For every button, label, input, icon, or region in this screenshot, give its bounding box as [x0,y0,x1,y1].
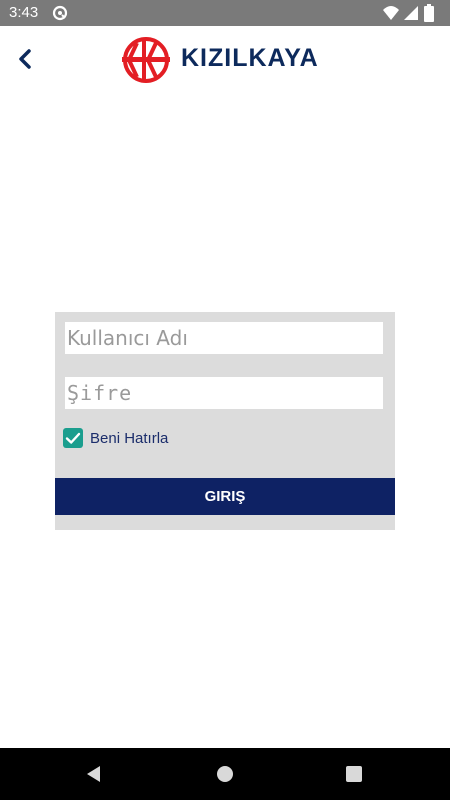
back-button[interactable] [10,44,40,74]
username-input[interactable] [65,322,383,354]
status-time: 3:43 [9,4,39,21]
battery-icon [424,4,434,22]
nav-back-icon[interactable] [84,764,104,784]
remember-me-label: Beni Hatırla [90,430,169,447]
status-bar: 3:43 [0,0,450,26]
wifi-icon [383,6,399,20]
checkmark-icon [65,432,81,444]
cellular-signal-icon [404,6,418,20]
kizilkaya-logo-icon [122,37,170,83]
logo-text: KIZILKAYA [181,44,319,72]
status-icons [382,4,442,22]
app-header: KIZILKAYA [0,26,450,96]
navigation-bar [0,748,450,800]
nav-home-icon[interactable] [215,764,235,784]
nav-recents-icon[interactable] [345,765,363,783]
login-button[interactable]: GIRIŞ [55,478,395,515]
app-notification-icon [52,5,68,21]
remember-me-checkbox[interactable] [63,428,83,448]
login-card: Beni Hatırla GIRIŞ [55,312,395,530]
password-input[interactable] [65,377,383,409]
